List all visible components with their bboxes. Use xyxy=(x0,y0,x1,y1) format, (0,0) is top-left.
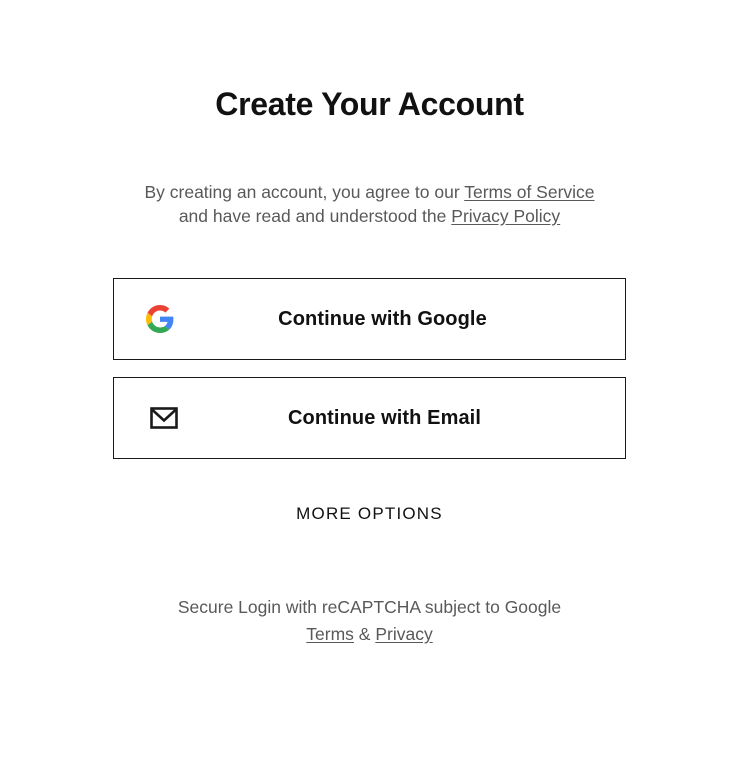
google-logo-icon xyxy=(146,305,174,333)
privacy-policy-link[interactable]: Privacy Policy xyxy=(451,206,560,226)
agreement-line-2: and have read and understood the Privacy… xyxy=(0,204,739,228)
envelope-icon xyxy=(150,407,178,429)
recaptcha-links: Terms & Privacy xyxy=(0,621,739,648)
agreement-prefix: By creating an account, you agree to our xyxy=(144,182,465,202)
more-options-button[interactable]: MORE OPTIONS xyxy=(296,504,443,523)
more-options-container: MORE OPTIONS xyxy=(0,504,739,524)
agreement-line-1: By creating an account, you agree to our… xyxy=(0,180,739,204)
recaptcha-privacy-link[interactable]: Privacy xyxy=(375,624,432,644)
recaptcha-terms-link[interactable]: Terms xyxy=(306,624,354,644)
recaptcha-text: Secure Login with reCAPTCHA subject to G… xyxy=(177,597,562,617)
continue-with-google-button[interactable]: Continue with Google xyxy=(113,278,626,360)
terms-of-service-link[interactable]: Terms of Service xyxy=(464,182,594,202)
email-button-label: Continue with Email xyxy=(287,406,481,429)
agreement-middle: and have read and understood the xyxy=(178,206,452,226)
recaptcha-notice: Secure Login with reCAPTCHA subject to G… xyxy=(0,594,739,648)
google-button-label: Continue with Google xyxy=(278,307,487,330)
page-title: Create Your Account xyxy=(215,86,524,122)
recaptcha-separator: & xyxy=(353,624,376,644)
continue-with-email-button[interactable]: Continue with Email xyxy=(113,377,626,459)
terms-agreement-text: By creating an account, you agree to our… xyxy=(0,180,739,228)
